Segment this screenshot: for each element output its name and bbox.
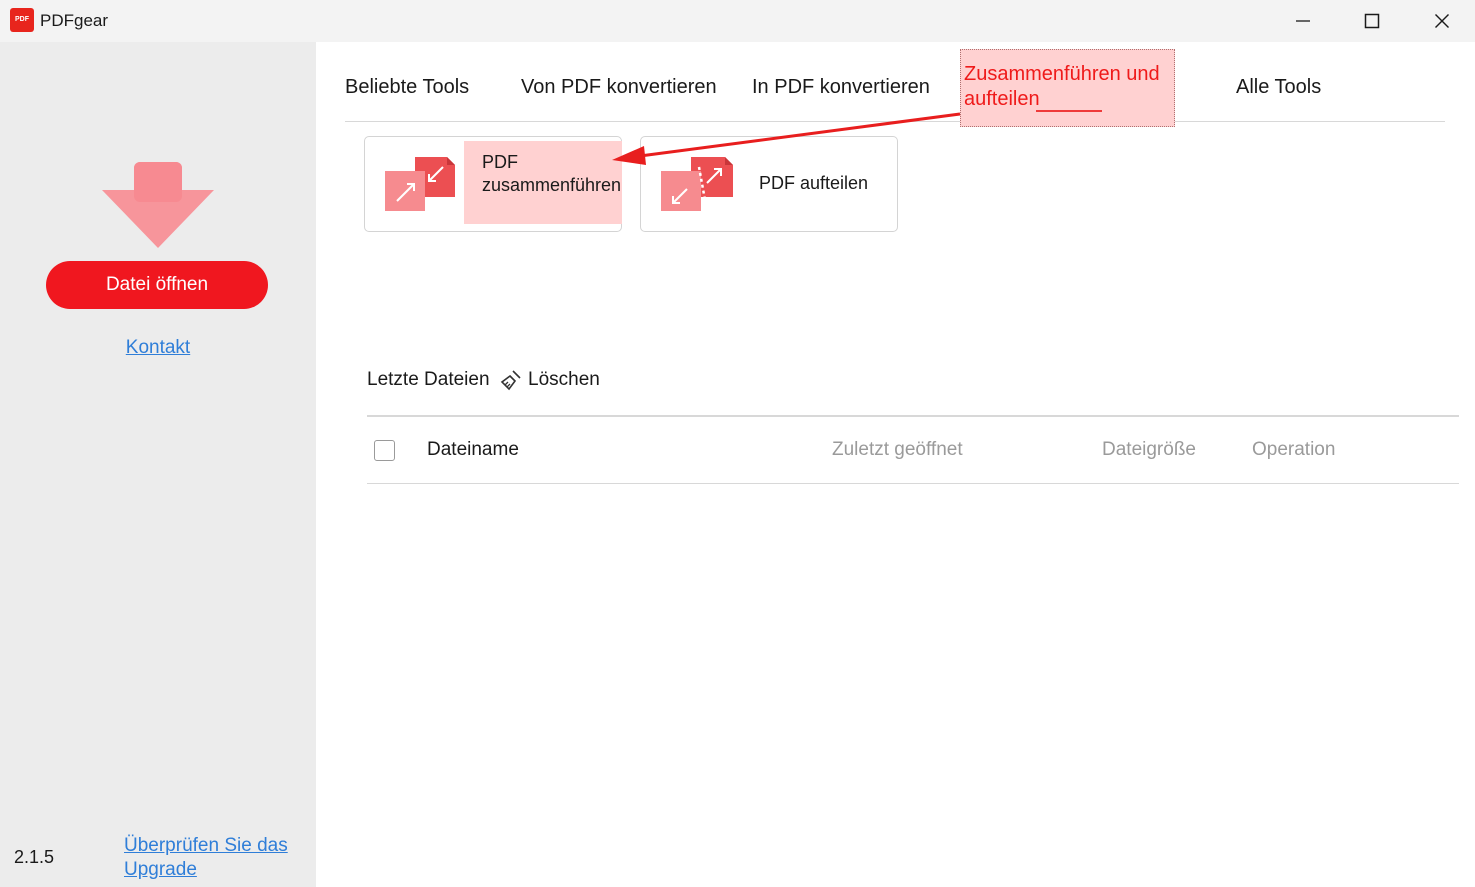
clear-recent-button[interactable]: Löschen: [500, 368, 600, 392]
app-logo-icon: PDF: [10, 8, 34, 32]
merge-pdf-label: PDF zusammenführen: [464, 141, 622, 224]
minimize-button[interactable]: [1268, 0, 1338, 42]
column-operation: Operation: [1252, 439, 1336, 460]
minimize-icon: [1296, 20, 1310, 22]
window-title: PDFgear: [40, 11, 109, 30]
column-file-name[interactable]: Dateiname: [427, 439, 519, 461]
file-drop-arrow-icon: [102, 162, 214, 248]
merge-pdf-icon: [385, 157, 455, 211]
split-pdf-icon: [661, 157, 733, 212]
column-last-opened[interactable]: Zuletzt geöffnet: [832, 439, 963, 461]
column-file-size[interactable]: Dateigröße: [1102, 439, 1196, 461]
open-file-button[interactable]: Datei öffnen: [46, 261, 268, 309]
tab-all-tools[interactable]: Alle Tools: [1236, 76, 1321, 99]
merge-pdf-card[interactable]: PDF zusammenführen: [364, 136, 622, 232]
title-bar: PDF PDFgear: [0, 0, 1475, 42]
tab-convert-to-pdf[interactable]: In PDF konvertieren: [752, 76, 930, 99]
tool-category-tabs: Beliebte Tools Von PDF konvertieren In P…: [345, 49, 1445, 127]
active-tab-indicator: [1036, 110, 1102, 112]
tab-popular-tools[interactable]: Beliebte Tools: [345, 76, 469, 99]
split-pdf-label: PDF aufteilen: [759, 173, 869, 193]
recent-files-table-header: Dateiname Zuletzt geöffnet Dateigröße Op…: [367, 417, 1459, 484]
broom-icon: [500, 370, 521, 391]
split-pdf-card[interactable]: PDF aufteilen: [640, 136, 898, 232]
recent-files-title: Letzte Dateien: [367, 369, 490, 390]
close-button[interactable]: [1407, 0, 1475, 42]
tab-convert-from-pdf[interactable]: Von PDF konvertieren: [521, 76, 717, 99]
sidebar: Datei öffnen Kontakt 2.1.5 Überprüfen Si…: [0, 42, 316, 887]
tab-merge-and-split[interactable]: Zusammenführen und aufteilen: [960, 49, 1175, 127]
clear-recent-label: Löschen: [528, 369, 600, 390]
maximize-icon: [1364, 13, 1380, 29]
select-all-checkbox[interactable]: [374, 440, 395, 461]
app-logo-text: PDF: [15, 16, 29, 23]
check-upgrade-link[interactable]: Überprüfen Sie das Upgrade: [124, 834, 304, 882]
version-label: 2.1.5: [14, 847, 55, 867]
maximize-button[interactable]: [1337, 0, 1407, 42]
close-icon: [1435, 14, 1449, 28]
contact-link[interactable]: Kontakt: [0, 337, 316, 359]
